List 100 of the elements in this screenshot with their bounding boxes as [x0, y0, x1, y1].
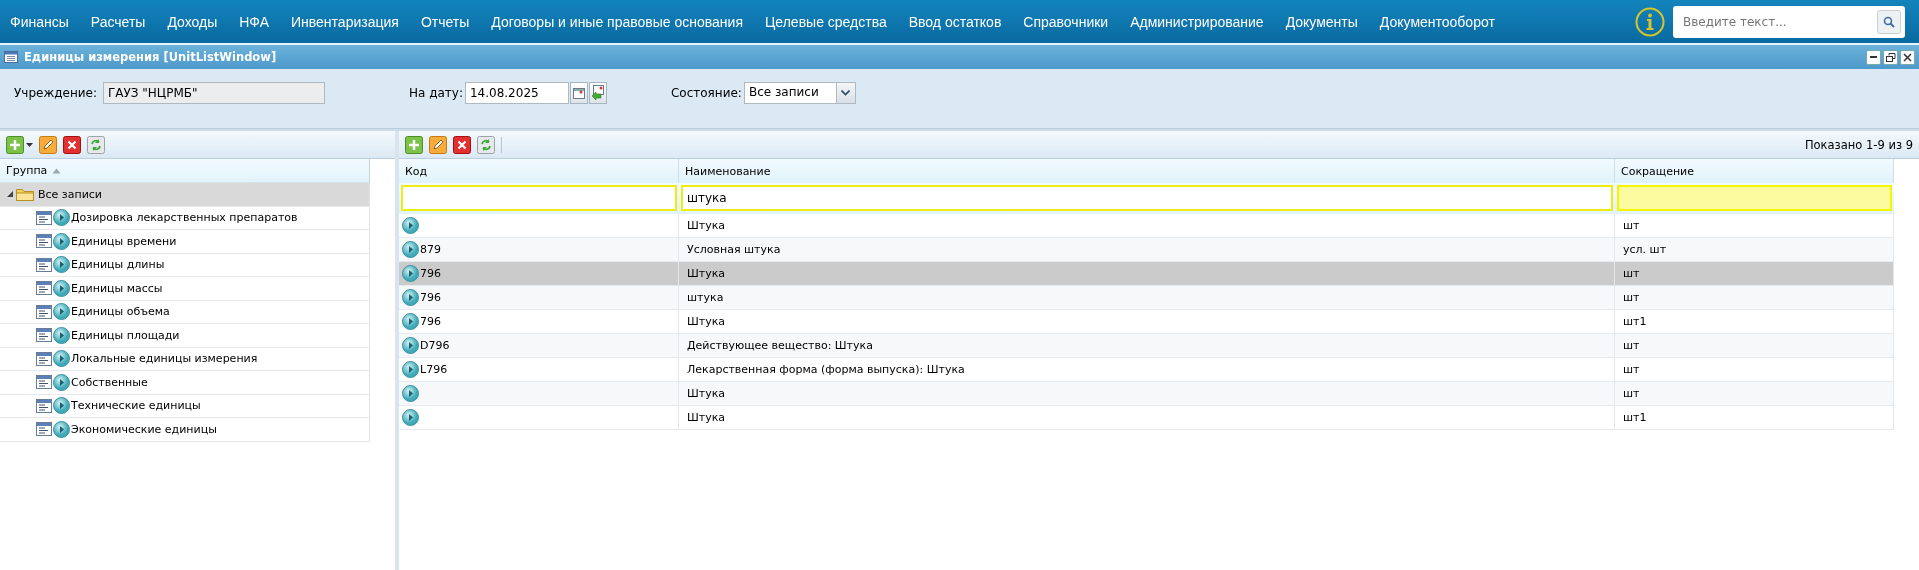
- list-icon: [36, 398, 52, 413]
- tree-item[interactable]: Единицы длины: [0, 253, 370, 277]
- table-cell: Штука: [679, 262, 1615, 286]
- tree-item[interactable]: Единицы объема: [0, 300, 370, 324]
- table-cell: шт1: [1615, 406, 1894, 430]
- list-icon: [36, 328, 52, 343]
- tree-item[interactable]: Все записи: [0, 183, 370, 207]
- search-icon: [1877, 9, 1901, 34]
- play-icon: [53, 303, 70, 321]
- table-cell: шт: [1615, 382, 1894, 406]
- menu-item[interactable]: Договоры и иные правовые основания: [491, 13, 743, 30]
- delete-button[interactable]: [63, 135, 81, 154]
- list-icon: [36, 281, 52, 296]
- table-cell: шт: [1615, 334, 1894, 358]
- edit-button[interactable]: [429, 135, 447, 154]
- menu-item[interactable]: Отчеты: [420, 13, 470, 30]
- institution-field[interactable]: ГАУЗ "НЦРМБ": [102, 82, 325, 104]
- tree-item[interactable]: Единицы массы: [0, 277, 370, 301]
- menu-item[interactable]: Документооборот: [1379, 13, 1495, 30]
- menu-item[interactable]: Целевые средства: [765, 13, 887, 30]
- field-label: Учреждение:: [14, 86, 97, 100]
- play-icon: [402, 217, 419, 234]
- filter-field[interactable]: [401, 185, 677, 211]
- close-icon: [1901, 50, 1914, 64]
- add-button[interactable]: [6, 135, 24, 154]
- play-icon: [53, 209, 70, 227]
- play-icon: [53, 397, 70, 415]
- menu-item[interactable]: Финансы: [10, 13, 69, 30]
- code-text: 796: [420, 267, 441, 280]
- calendar-arrow-icon: [590, 85, 605, 101]
- code-text: L796: [420, 363, 448, 376]
- table-cell: Штука: [679, 382, 1615, 406]
- column-header[interactable]: Группа: [0, 159, 370, 183]
- field-label: Состояние:: [670, 86, 742, 100]
- table-cell: усл. шт: [1615, 238, 1894, 262]
- search-button[interactable]: [1873, 5, 1905, 38]
- restore-icon: [1884, 50, 1897, 64]
- calendar-refresh-button[interactable]: [588, 82, 607, 104]
- tree-item[interactable]: Технические единицы: [0, 394, 370, 418]
- menu-item[interactable]: Документы: [1285, 13, 1358, 30]
- tree-item[interactable]: Локальные единицы измерения: [0, 347, 370, 371]
- code-text: D796: [420, 339, 450, 352]
- tree-item[interactable]: Дозировка лекарственных препаратов: [0, 206, 370, 230]
- state-dropdown[interactable]: Все записи: [743, 82, 856, 104]
- play-icon: [53, 232, 70, 250]
- search-field[interactable]: Введите текст...: [1673, 5, 1873, 38]
- edit-button[interactable]: [39, 135, 57, 154]
- field-label: На дату:: [408, 86, 463, 100]
- tree-item[interactable]: Единицы площади: [0, 324, 370, 348]
- add-button[interactable]: [405, 135, 423, 154]
- expander-icon: [6, 190, 14, 199]
- menu-item[interactable]: Расчеты: [90, 13, 146, 30]
- plus-icon: [6, 135, 24, 154]
- pencil-icon: [429, 135, 447, 154]
- menu-item[interactable]: Администрирование: [1130, 13, 1264, 30]
- play-icon: [402, 361, 419, 378]
- calendar-button[interactable]: [569, 82, 588, 104]
- filter-field[interactable]: [1617, 185, 1892, 211]
- play-icon: [53, 256, 70, 274]
- list-icon: [36, 422, 52, 437]
- column-header[interactable]: Код: [399, 159, 679, 183]
- paging-info: Показано 1-9 из 9: [1804, 137, 1913, 152]
- menu-item[interactable]: Ввод остатков: [908, 13, 1002, 30]
- play-icon: [53, 420, 70, 438]
- list-icon: [36, 234, 52, 249]
- table-cell: Действующее вещество: Штука: [679, 334, 1615, 358]
- delete-button[interactable]: [453, 135, 471, 154]
- filter-field[interactable]: штука: [681, 185, 1613, 211]
- play-icon: [402, 385, 419, 402]
- menu-item[interactable]: НФА: [239, 13, 269, 30]
- window-title: Единицы измерения [UnitListWindow]: [24, 50, 278, 64]
- play-icon: [53, 373, 70, 391]
- list-icon: [36, 351, 52, 366]
- list-icon: [36, 210, 52, 225]
- refresh-button[interactable]: [477, 135, 495, 154]
- minimize-button[interactable]: [1866, 49, 1881, 65]
- refresh-button[interactable]: [87, 135, 105, 154]
- caret-icon: [841, 90, 851, 96]
- table-cell: шт: [1615, 286, 1894, 310]
- tree-item[interactable]: Единицы времени: [0, 230, 370, 254]
- play-icon: [402, 337, 419, 354]
- column-header[interactable]: Наименование: [679, 159, 1615, 183]
- menu-item[interactable]: Доходы: [167, 13, 218, 30]
- list-icon: [36, 304, 52, 319]
- list-icon: [36, 257, 52, 272]
- calendar-icon: [572, 87, 585, 99]
- play-icon: [402, 313, 419, 330]
- play-icon: [53, 350, 70, 368]
- list-icon: [36, 375, 52, 390]
- menu-item[interactable]: Инвентаризация: [291, 13, 399, 30]
- tree-item[interactable]: Собственные: [0, 371, 370, 395]
- play-icon: [402, 265, 419, 282]
- tree-item[interactable]: Экономические единицы: [0, 418, 370, 442]
- restore-button[interactable]: [1883, 49, 1898, 65]
- play-icon: [53, 326, 70, 344]
- date-field[interactable]: 14.08.2025: [464, 82, 569, 104]
- menu-item[interactable]: Справочники: [1023, 13, 1109, 30]
- code-text: 879: [420, 243, 441, 256]
- close-button[interactable]: [1900, 49, 1915, 65]
- column-header[interactable]: Сокращение: [1615, 159, 1894, 183]
